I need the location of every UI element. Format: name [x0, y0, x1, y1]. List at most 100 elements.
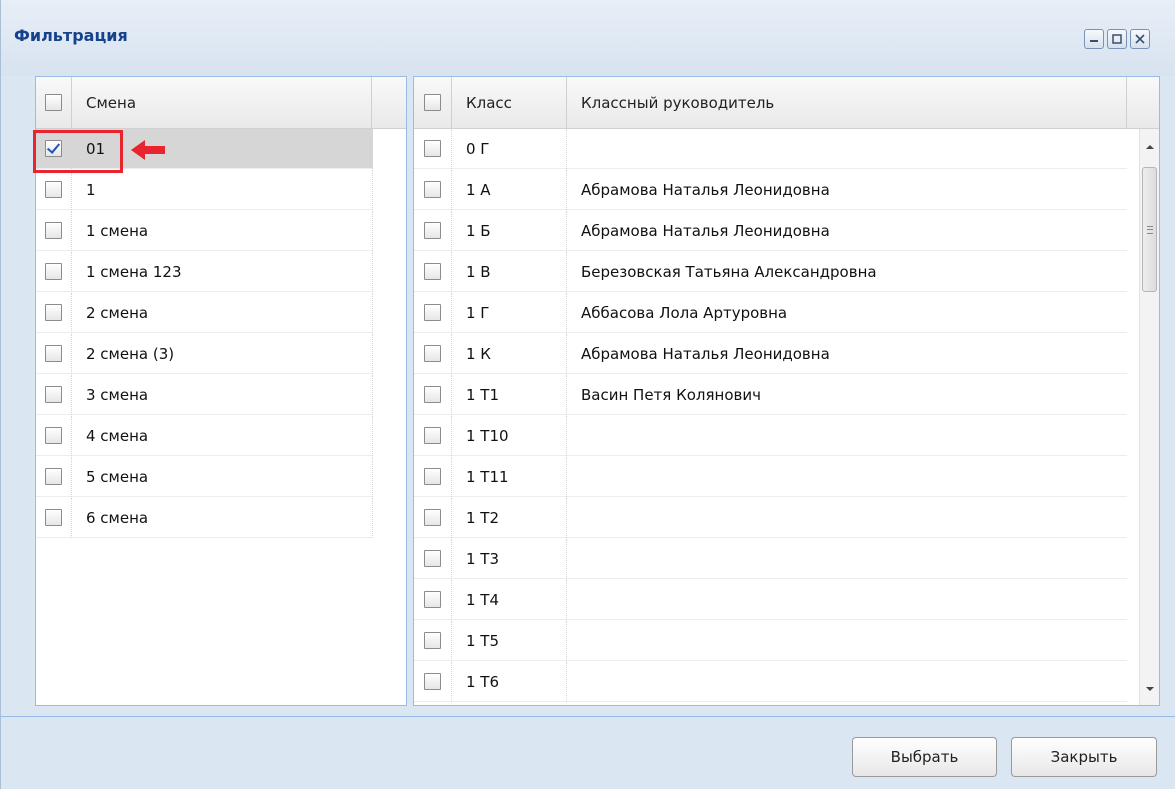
- class-checkbox[interactable]: [424, 550, 441, 567]
- class-checkbox[interactable]: [424, 222, 441, 239]
- shift-checkbox[interactable]: [45, 345, 62, 362]
- select-all-cell: [414, 77, 452, 129]
- dialog-titlebar[interactable]: Фильтрация: [1, 0, 1175, 76]
- shift-row[interactable]: 1: [36, 170, 373, 210]
- close-icon[interactable]: [1130, 29, 1150, 49]
- row-checkbox-cell: [36, 375, 72, 415]
- column-header-class[interactable]: Класс: [452, 77, 567, 129]
- shift-row[interactable]: 3 смена: [36, 375, 373, 415]
- shift-checkbox[interactable]: [45, 509, 62, 526]
- scroll-up-icon[interactable]: [1140, 137, 1159, 157]
- class-name: 1 Г: [452, 293, 567, 333]
- shift-row[interactable]: 01: [36, 129, 373, 169]
- shift-label: 1 смена 123: [72, 252, 373, 292]
- class-row[interactable]: 1 А Абрамова Наталья Леонидовна: [414, 170, 1127, 210]
- shift-label: 2 смена (3): [72, 334, 373, 374]
- class-row[interactable]: 1 Т3: [414, 539, 1127, 579]
- class-name: 1 Т2: [452, 498, 567, 538]
- shift-label: 1 смена: [72, 211, 373, 251]
- shift-row[interactable]: 2 смена: [36, 293, 373, 333]
- scroll-down-icon[interactable]: [1140, 679, 1159, 699]
- class-row[interactable]: 1 Т10: [414, 416, 1127, 456]
- select-all-classes-checkbox[interactable]: [424, 94, 441, 111]
- select-all-shifts-checkbox[interactable]: [45, 94, 62, 111]
- close-button[interactable]: Закрыть: [1011, 737, 1157, 777]
- class-name: 1 Т10: [452, 416, 567, 456]
- class-checkbox[interactable]: [424, 591, 441, 608]
- class-checkbox[interactable]: [424, 468, 441, 485]
- select-all-cell: [36, 77, 72, 129]
- dialog-footer: [1, 717, 1175, 789]
- class-checkbox[interactable]: [424, 386, 441, 403]
- dialog-title: Фильтрация: [14, 26, 128, 45]
- select-button[interactable]: Выбрать: [852, 737, 997, 777]
- row-checkbox-cell: [36, 170, 72, 210]
- class-row[interactable]: 1 Т5: [414, 621, 1127, 661]
- shifts-grid: Смена 01 1 1 смена 1 смена 123 2 смена 2 смен…: [35, 76, 407, 706]
- column-header-teacher[interactable]: Классный руководитель: [567, 77, 1127, 129]
- shift-label: 6 смена: [72, 498, 373, 538]
- class-row[interactable]: 1 Т11: [414, 457, 1127, 497]
- shift-row[interactable]: 6 смена: [36, 498, 373, 538]
- class-teacher: Абрамова Наталья Леонидовна: [581, 222, 830, 240]
- class-name: 1 А: [452, 170, 567, 210]
- row-checkbox-cell: [414, 580, 452, 620]
- shift-label: 1: [72, 170, 373, 210]
- class-row[interactable]: 1 Т1 Васин Петя Колянович: [414, 375, 1127, 415]
- class-teacher: Аббасова Лола Артуровна: [581, 304, 788, 322]
- class-checkbox[interactable]: [424, 345, 441, 362]
- class-row[interactable]: 1 Т6: [414, 662, 1127, 702]
- shift-row[interactable]: 1 смена: [36, 211, 373, 251]
- shift-row[interactable]: 4 смена: [36, 416, 373, 456]
- class-teacher: [567, 129, 1127, 169]
- row-checkbox-cell: [414, 539, 452, 579]
- shift-checkbox[interactable]: [45, 222, 62, 239]
- maximize-icon[interactable]: [1107, 29, 1127, 49]
- class-row[interactable]: 1 Б Абрамова Наталья Леонидовна: [414, 211, 1127, 251]
- class-name: 1 Т1: [452, 375, 567, 415]
- class-teacher: [567, 662, 1127, 702]
- classes-scrollbar[interactable]: [1139, 129, 1159, 705]
- shift-checkbox[interactable]: [45, 468, 62, 485]
- class-name: 1 Т6: [452, 662, 567, 702]
- class-checkbox[interactable]: [424, 181, 441, 198]
- shift-row[interactable]: 5 смена: [36, 457, 373, 497]
- class-row[interactable]: 0 Г: [414, 129, 1127, 169]
- row-checkbox-cell: [414, 621, 452, 661]
- class-teacher: Абрамова Наталья Леонидовна: [581, 345, 830, 363]
- shift-row[interactable]: 2 смена (3): [36, 334, 373, 374]
- row-checkbox-cell: [414, 662, 452, 702]
- row-checkbox-cell: [36, 252, 72, 292]
- classes-grid-header: Класс Классный руководитель: [414, 77, 1159, 129]
- class-row[interactable]: 1 В Березовская Татьяна Александровна: [414, 252, 1127, 292]
- class-checkbox[interactable]: [424, 304, 441, 321]
- column-header-shift[interactable]: Смена: [72, 77, 372, 129]
- class-teacher: [567, 416, 1127, 456]
- class-checkbox[interactable]: [424, 509, 441, 526]
- class-checkbox[interactable]: [424, 673, 441, 690]
- shift-checkbox[interactable]: [45, 140, 62, 157]
- class-name: 1 Б: [452, 211, 567, 251]
- class-row[interactable]: 1 Т4: [414, 580, 1127, 620]
- class-checkbox[interactable]: [424, 632, 441, 649]
- shift-row[interactable]: 1 смена 123: [36, 252, 373, 292]
- class-checkbox[interactable]: [424, 140, 441, 157]
- shift-checkbox[interactable]: [45, 427, 62, 444]
- scrollbar-thumb[interactable]: [1142, 167, 1157, 292]
- minimize-icon[interactable]: [1084, 29, 1104, 49]
- class-checkbox[interactable]: [424, 427, 441, 444]
- shift-checkbox[interactable]: [45, 386, 62, 403]
- shift-checkbox[interactable]: [45, 304, 62, 321]
- row-checkbox-cell: [36, 211, 72, 251]
- shift-checkbox[interactable]: [45, 181, 62, 198]
- class-row[interactable]: 1 Г Аббасова Лола Артуровна: [414, 293, 1127, 333]
- grip-icon: [1147, 226, 1153, 234]
- class-checkbox[interactable]: [424, 263, 441, 280]
- row-checkbox-cell: [36, 457, 72, 497]
- class-teacher: [567, 457, 1127, 497]
- class-row[interactable]: 1 К Абрамова Наталья Леонидовна: [414, 334, 1127, 374]
- row-checkbox-cell: [36, 293, 72, 333]
- row-checkbox-cell: [414, 375, 452, 415]
- shift-checkbox[interactable]: [45, 263, 62, 280]
- class-row[interactable]: 1 Т2: [414, 498, 1127, 538]
